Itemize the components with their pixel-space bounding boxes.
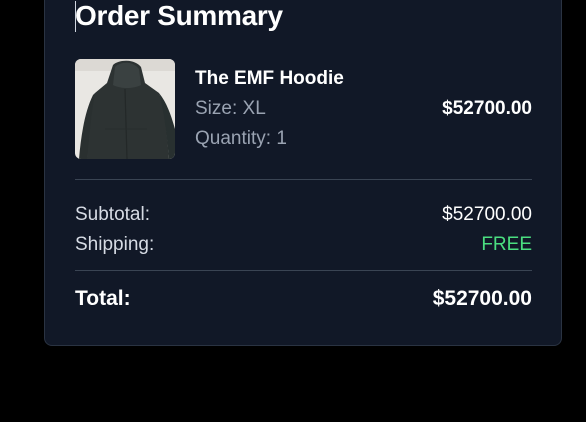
- order-summary-title: Order Summary: [75, 0, 283, 31]
- product-price: $52700.00: [442, 98, 532, 119]
- hoodie-icon: [75, 59, 175, 159]
- shipping-value: FREE: [481, 234, 532, 255]
- product-size: Size: XL: [195, 98, 266, 119]
- text-cursor: [75, 1, 76, 32]
- total-label: Total:: [75, 287, 131, 310]
- total-value: $52700.00: [432, 287, 532, 310]
- subtotal-value: $52700.00: [442, 204, 532, 225]
- divider: [75, 270, 532, 271]
- shipping-label: Shipping:: [75, 234, 155, 255]
- product-quantity: Quantity: 1: [195, 128, 287, 149]
- divider: [75, 179, 532, 180]
- product-image: [75, 59, 175, 159]
- subtotal-label: Subtotal:: [75, 204, 150, 225]
- product-name: The EMF Hoodie: [195, 68, 344, 89]
- order-summary-card: Order Summary The EMF Hoodie Size: XL Qu…: [44, 0, 562, 346]
